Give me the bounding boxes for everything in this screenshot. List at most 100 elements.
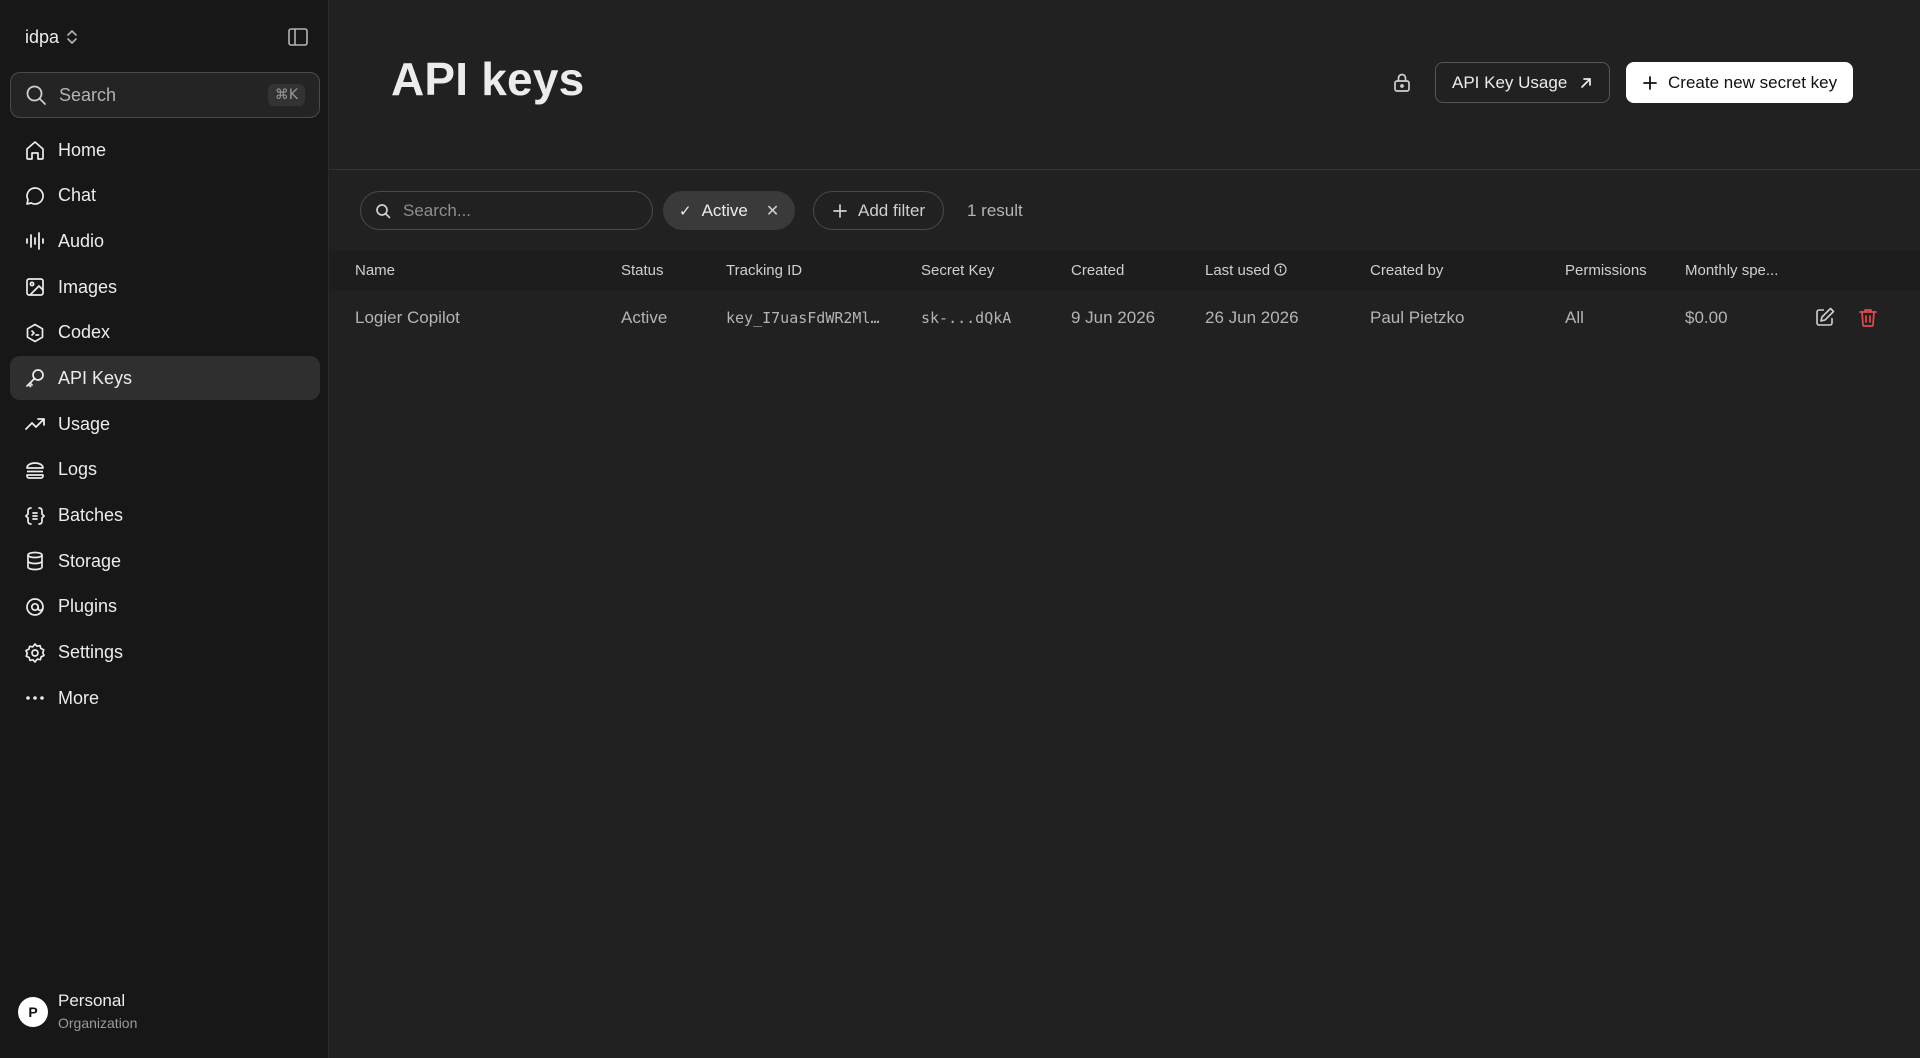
sidebar-item-label: Images — [58, 276, 118, 297]
cell-name: Logier Copilot — [355, 308, 460, 327]
key-icon — [26, 369, 44, 388]
edit-icon[interactable] — [1814, 306, 1836, 328]
table-row[interactable]: Logier Copilot Active key_I7uasFdWR2Ml… … — [329, 293, 1920, 343]
cell-created: 9 Jun 2026 — [1071, 308, 1156, 327]
column-header-permissions[interactable]: Permissions — [1565, 262, 1647, 279]
logs-icon — [26, 461, 44, 479]
api-key-usage-label: API Key Usage — [1452, 72, 1568, 92]
column-header-created[interactable]: Created — [1071, 262, 1124, 279]
column-header-tracking-id[interactable]: Tracking ID — [726, 262, 802, 279]
arrow-up-right-icon — [1581, 77, 1592, 88]
sidebar-item-label: Batches — [58, 505, 124, 525]
plus-icon — [1643, 75, 1657, 90]
sidebar-item-api-keys[interactable]: API Keys — [10, 356, 320, 401]
sidebar-item-label: Storage — [58, 550, 122, 571]
trash-icon[interactable] — [1857, 306, 1879, 328]
sidebar-item-home[interactable]: Home — [10, 128, 320, 172]
api-key-usage-button[interactable]: API Key Usage — [1435, 62, 1611, 103]
column-header-last-used-label: Last used — [1205, 262, 1271, 279]
sidebar-item-label: Audio — [58, 230, 105, 251]
plus-icon — [833, 203, 847, 218]
cell-permissions: All — [1565, 308, 1584, 327]
batches-icon — [24, 506, 46, 525]
sidebar-search-label: Search — [59, 84, 117, 105]
column-header-status[interactable]: Status — [621, 262, 664, 279]
info-icon[interactable] — [1274, 263, 1287, 276]
cell-tracking-id[interactable]: key_I7uasFdWR2Ml… — [726, 309, 880, 327]
chevron-up-down-icon — [67, 30, 77, 44]
column-header-monthly-spend[interactable]: Monthly spe... — [1685, 262, 1778, 279]
cell-status: Active — [621, 308, 668, 327]
trend-icon — [25, 418, 45, 431]
more-icon — [26, 696, 44, 701]
sidebar-item-label: Home — [58, 139, 107, 160]
app: idpa Search ⌘K Home Chat Audio Images Co… — [0, 0, 1920, 1058]
sidebar-item-label: Logs — [58, 459, 98, 480]
sidebar-item-label: Usage — [58, 413, 111, 434]
profile-name: Personal — [58, 991, 126, 1010]
profile-subtitle: Organization — [58, 1015, 138, 1031]
check-icon: ✓ — [679, 202, 692, 220]
sidebar-item-more[interactable]: More — [10, 676, 320, 720]
sidebar-item-label: Codex — [58, 322, 111, 343]
sidebar-item-settings[interactable]: Settings — [10, 631, 320, 675]
sidebar-item-logs[interactable]: Logs — [10, 448, 320, 492]
cell-secret-key: sk-...dQkA — [921, 309, 1012, 327]
sidebar: idpa Search ⌘K Home Chat Audio Images Co… — [0, 0, 329, 1058]
column-header-name[interactable]: Name — [355, 262, 395, 279]
search-shortcut: ⌘K — [267, 84, 305, 106]
plugin-icon — [26, 598, 44, 616]
avatar: P — [18, 997, 48, 1027]
add-filter-button[interactable]: Add filter — [813, 191, 945, 230]
sidebar-item-label: Settings — [58, 642, 124, 663]
column-header-last-used[interactable]: Last used — [1205, 262, 1287, 279]
sidebar-item-label: More — [58, 687, 100, 708]
table-search-input[interactable] — [403, 200, 623, 221]
gear-icon — [25, 642, 45, 663]
sidebar-search[interactable]: Search ⌘K — [10, 72, 320, 118]
image-icon — [26, 278, 44, 296]
sidebar-item-codex[interactable]: Codex — [10, 311, 320, 355]
main-content: API keys API Key Usage Create new secret… — [329, 0, 1920, 1058]
database-icon — [27, 551, 43, 571]
result-count: 1 result — [967, 201, 1023, 220]
column-header-created-by[interactable]: Created by — [1370, 262, 1443, 279]
header-divider — [329, 169, 1920, 170]
profile-text: Personal Organization — [58, 990, 137, 1034]
sidebar-item-label: Chat — [58, 185, 97, 206]
sidebar-toggle-icon[interactable] — [287, 26, 309, 48]
org-name: idpa — [25, 26, 60, 47]
sidebar-item-label: Plugins — [58, 596, 118, 617]
home-icon — [26, 141, 44, 160]
sidebar-item-chat[interactable]: Chat — [10, 174, 320, 218]
sidebar-item-label: API Keys — [58, 367, 133, 388]
cell-last-used: 26 Jun 2026 — [1205, 308, 1299, 327]
sidebar-item-plugins[interactable]: Plugins — [10, 585, 320, 629]
add-filter-label: Add filter — [858, 200, 926, 220]
sidebar-item-storage[interactable]: Storage — [10, 539, 320, 583]
cell-created-by: Paul Pietzko — [1370, 308, 1465, 327]
column-header-secret-key[interactable]: Secret Key — [921, 262, 994, 279]
sidebar-nav: Home Chat Audio Images Codex API Keys Us… — [10, 128, 320, 722]
table-header: Name Status Tracking ID Secret Key Creat… — [329, 251, 1920, 291]
page-title: API keys — [391, 53, 585, 105]
create-secret-key-button[interactable]: Create new secret key — [1626, 62, 1854, 103]
create-secret-key-label: Create new secret key — [1668, 72, 1838, 92]
remove-filter-icon[interactable]: ✕ — [766, 201, 779, 221]
sidebar-item-batches[interactable]: Batches — [10, 494, 320, 538]
chat-icon — [26, 186, 44, 205]
org-switcher[interactable]: idpa — [25, 24, 79, 50]
sidebar-item-audio[interactable]: Audio — [10, 219, 320, 263]
audio-icon — [26, 232, 44, 251]
cell-monthly-spend: $0.00 — [1685, 308, 1728, 327]
filter-chip-label: Active — [701, 200, 748, 220]
profile-switcher[interactable]: P Personal Organization — [18, 990, 137, 1034]
codex-icon — [26, 323, 44, 343]
sidebar-item-usage[interactable]: Usage — [10, 402, 320, 446]
lock-icon[interactable] — [1391, 71, 1413, 93]
table-search[interactable] — [360, 191, 653, 230]
filter-chip-active[interactable]: ✓ Active ✕ — [663, 191, 796, 230]
sidebar-item-images[interactable]: Images — [10, 265, 320, 309]
search-icon — [26, 85, 46, 105]
search-icon — [376, 203, 391, 218]
